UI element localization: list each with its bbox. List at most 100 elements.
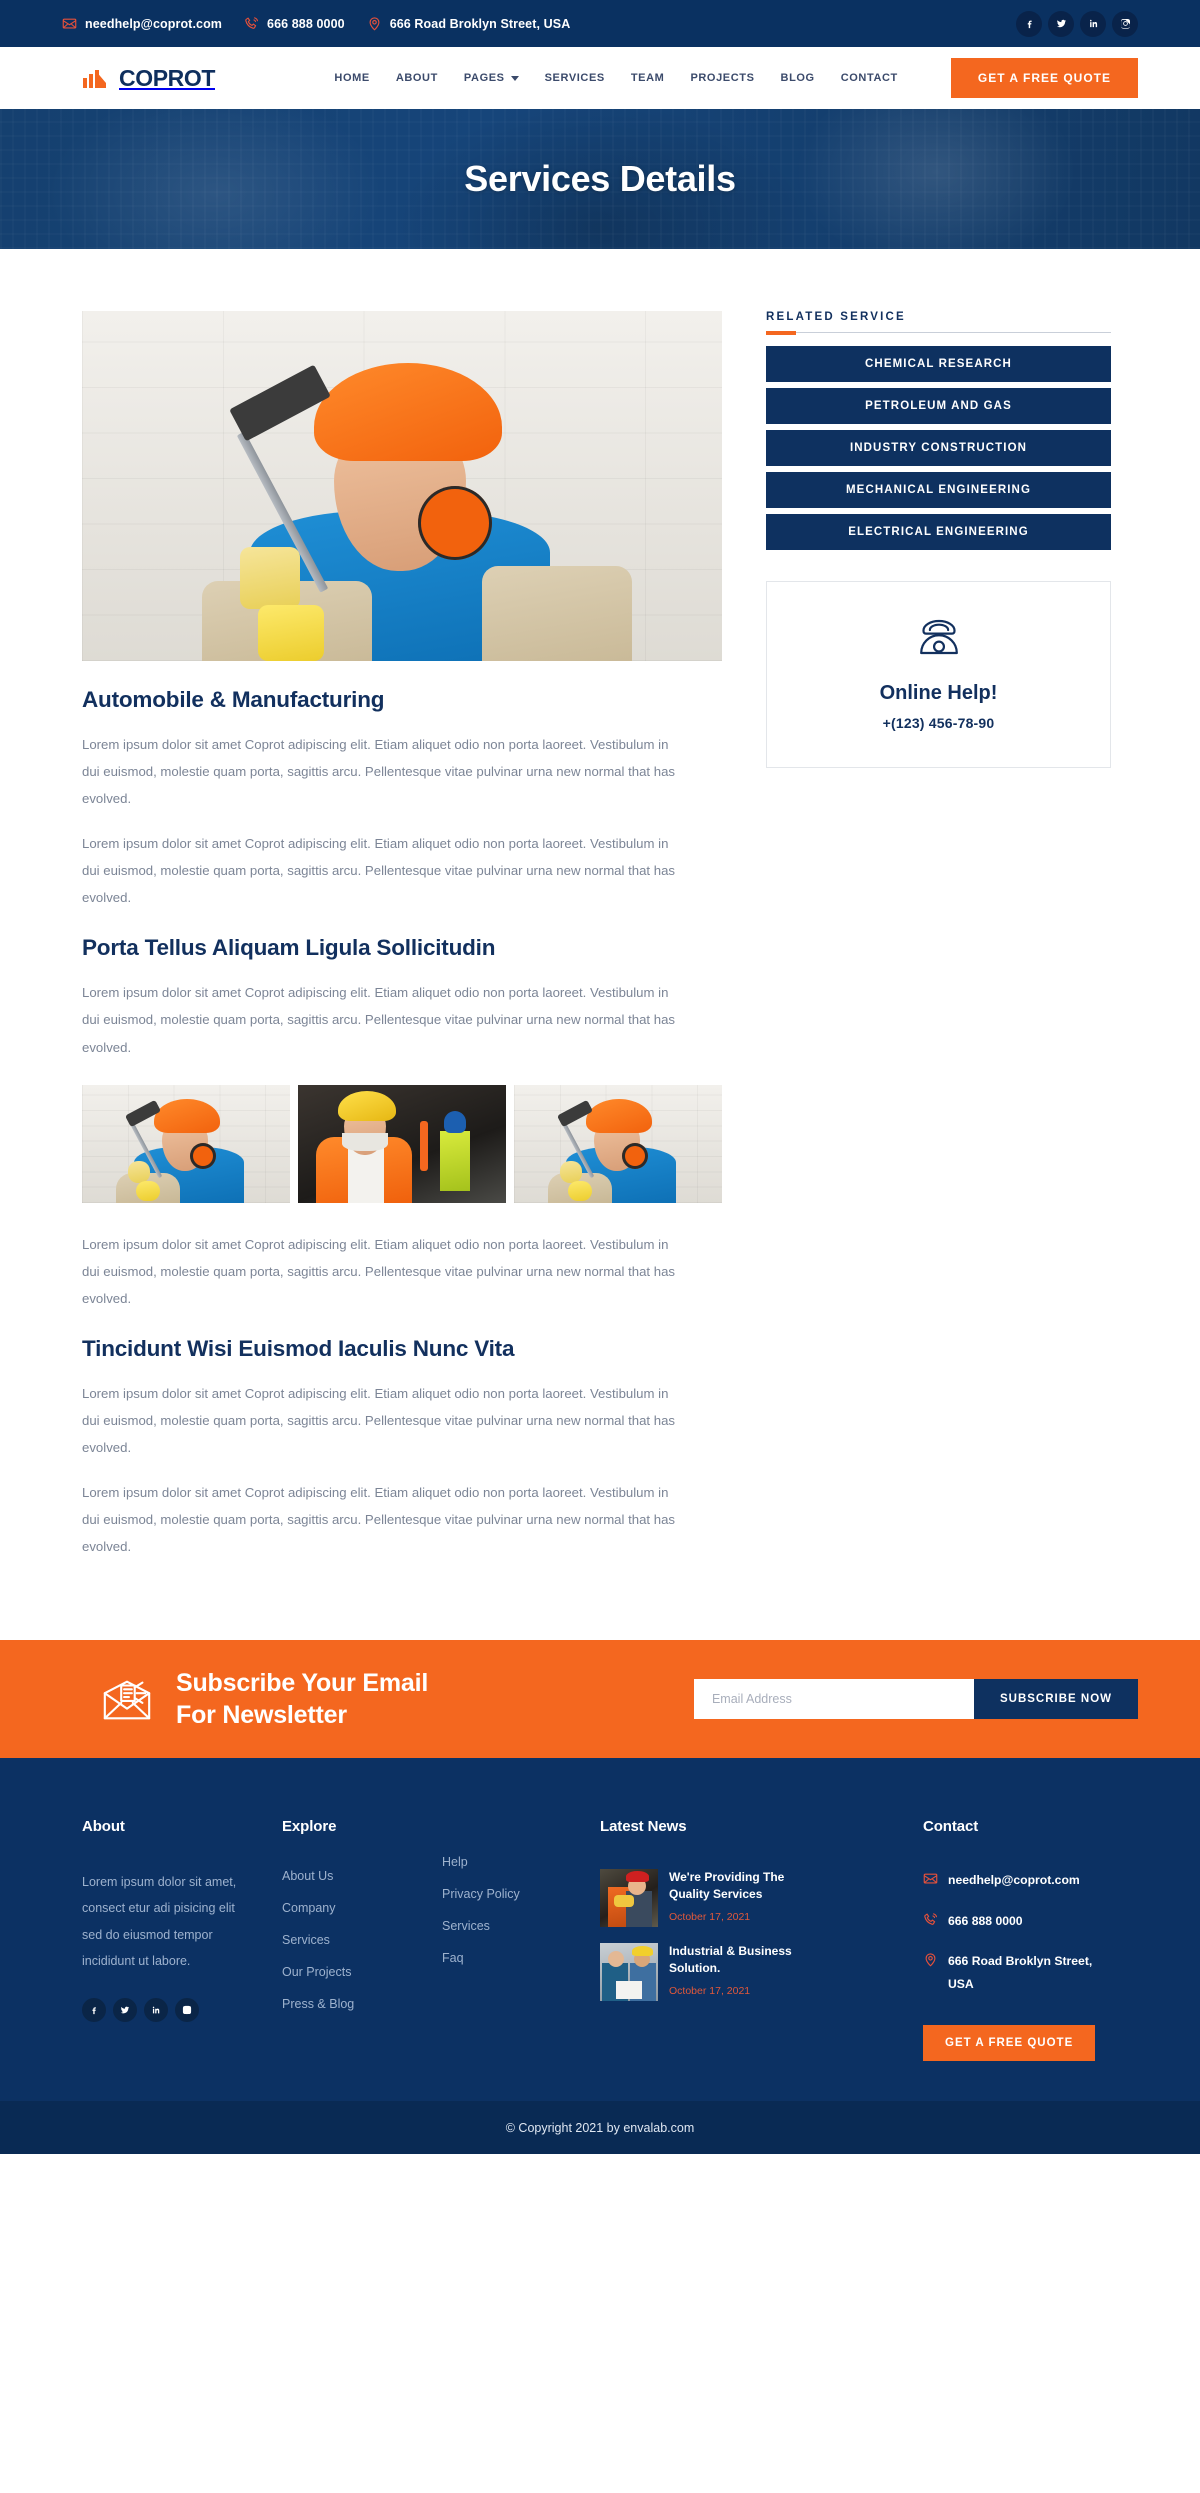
- page-title: Services Details: [464, 158, 736, 199]
- social-link-instagram[interactable]: [1112, 10, 1138, 37]
- footer-contact-email[interactable]: needhelp@coprot.com: [923, 1869, 1138, 1892]
- newsletter-heading-line-1: Subscribe Your Email: [176, 1668, 429, 1697]
- nav-item-pages[interactable]: PAGES: [464, 72, 519, 84]
- news-text-group-1: We're Providing The Quality Services Oct…: [669, 1869, 795, 1927]
- nav-label: BLOG: [780, 72, 815, 84]
- news-title-1: We're Providing The Quality Services: [669, 1870, 785, 1902]
- nav-item-contact[interactable]: CONTACT: [841, 72, 898, 84]
- footer-social-instagram[interactable]: [175, 1998, 199, 2023]
- telephone-icon: [911, 616, 967, 658]
- section-2-paragraph-2: Lorem ipsum dolor sit amet Coprot adipis…: [82, 1236, 676, 1306]
- nav-item-services[interactable]: SERVICES: [545, 72, 605, 84]
- nav-label: PAGES: [463, 72, 505, 84]
- related-service-industry-construction[interactable]: INDUSTRY CONSTRUCTION: [766, 430, 1111, 466]
- copyright-bar: © Copyright 2021 by envalab.com: [0, 2101, 1200, 2155]
- topbar-address[interactable]: 666 Road Broklyn Street, USA: [367, 16, 571, 31]
- footer-contact-phone[interactable]: 666 888 0000: [923, 1910, 1138, 1933]
- footer-link-our-projects[interactable]: Our Projects: [282, 1965, 442, 1979]
- service-image-gallery: [82, 1084, 722, 1203]
- service-feature-image: [82, 311, 722, 661]
- footer-link-about-us[interactable]: About Us: [282, 1869, 442, 1883]
- gallery-image-2: [298, 1084, 506, 1203]
- footer-link-press-and-blog[interactable]: Press & Blog: [282, 1997, 442, 2011]
- related-service-electrical-engineering[interactable]: ELECTRICAL ENGINEERING: [766, 514, 1111, 550]
- topbar-phone-text: 666 888 0000: [267, 16, 345, 31]
- instagram-icon: [1120, 19, 1130, 29]
- footer-get-a-free-quote-button[interactable]: GET A FREE QUOTE: [923, 2025, 1096, 2062]
- topbar-phone[interactable]: 666 888 0000: [244, 16, 345, 31]
- page-hero-banner: Services Details: [0, 109, 1200, 249]
- twitter-icon: [1056, 19, 1066, 28]
- phone-icon: [244, 16, 259, 31]
- newsletter-envelope-icon: [100, 1672, 154, 1726]
- footer-about-column: About Lorem ipsum dolor sit amet, consec…: [82, 1818, 282, 2061]
- topbar-social-links: [1016, 10, 1138, 37]
- footer-contact-address-text: 666 Road Broklyn Street, USA: [948, 1954, 1093, 1991]
- section-heading-1: Automobile & Manufacturing: [82, 687, 385, 712]
- footer-about-text: Lorem ipsum dolor sit amet, consect etur…: [82, 1875, 237, 1968]
- section-heading-2: Porta Tellus Aliquam Ligula Sollicitudin: [82, 935, 496, 961]
- nav-label: PROJECTS: [690, 72, 755, 84]
- footer-news-item-2[interactable]: Industrial & Business Solution. October …: [600, 1943, 795, 2002]
- instagram-icon: [182, 2006, 192, 2015]
- nav-item-home[interactable]: HOME: [334, 72, 369, 84]
- news-date-2: October 17, 2021: [669, 1985, 751, 1998]
- brand-name: COPROT: [119, 64, 215, 91]
- topbar-email-text: needhelp@coprot.com: [85, 16, 223, 31]
- footer-link-help[interactable]: Help: [442, 1855, 600, 1869]
- brand-logo[interactable]: COPROT: [82, 65, 215, 92]
- nav-links: HOME ABOUT PAGES SERVICES TEAM PROJECTS …: [334, 58, 1138, 98]
- social-link-facebook[interactable]: [1016, 10, 1042, 37]
- footer-social-linkedin[interactable]: [144, 1998, 168, 2023]
- section-3-paragraph-2: Lorem ipsum dolor sit amet Coprot adipis…: [82, 1484, 676, 1555]
- topbar-email[interactable]: needhelp@coprot.com: [62, 16, 222, 31]
- copyright-text: © Copyright 2021 by envalab.com: [505, 2120, 695, 2135]
- nav-label: CONTACT: [840, 72, 898, 84]
- news-text-group-2: Industrial & Business Solution. October …: [669, 1943, 795, 2001]
- footer-social-twitter[interactable]: [113, 1998, 137, 2023]
- section-underline: [766, 330, 1111, 335]
- nav-item-team[interactable]: TEAM: [631, 72, 665, 84]
- section-1-paragraph-1: Lorem ipsum dolor sit amet Coprot adipis…: [82, 737, 676, 807]
- footer-latest-news-title: Latest News: [600, 1818, 687, 1836]
- social-link-linkedin[interactable]: [1080, 10, 1106, 37]
- footer-link-services[interactable]: Services: [282, 1933, 442, 1947]
- header-get-a-free-quote-button[interactable]: GET A FREE QUOTE: [950, 58, 1138, 98]
- section-3-paragraph-1: Lorem ipsum dolor sit amet Coprot adipis…: [82, 1385, 676, 1455]
- nav-item-about[interactable]: ABOUT: [396, 72, 438, 84]
- footer-news-item-1[interactable]: We're Providing The Quality Services Oct…: [600, 1869, 795, 1928]
- footer-link-services-secondary[interactable]: Services: [442, 1919, 600, 1933]
- footer-contact-address[interactable]: 666 Road Broklyn Street, USA: [923, 1950, 1138, 1995]
- facebook-icon: [1027, 20, 1032, 29]
- footer-explore-column: Explore About Us Company Services Our Pr…: [282, 1818, 442, 2061]
- newsletter-heading-group: Subscribe Your Email For Newsletter: [100, 1667, 428, 1732]
- footer-link-faq[interactable]: Faq: [442, 1951, 600, 1965]
- coprot-logo-icon: [82, 66, 112, 90]
- online-help-title: Online Help!: [879, 682, 998, 704]
- linkedin-icon: [152, 2006, 160, 2014]
- footer-link-privacy-policy[interactable]: Privacy Policy: [442, 1887, 600, 1901]
- nav-item-projects[interactable]: PROJECTS: [690, 72, 754, 84]
- newsletter-subscribe-button[interactable]: SUBSCRIBE NOW: [973, 1679, 1138, 1720]
- footer-contact-column: Contact needhelp@coprot.com 666 888 0000: [923, 1818, 1138, 2062]
- footer-link-company[interactable]: Company: [282, 1901, 442, 1915]
- online-help-card: Online Help! +(123) 456-78-90: [766, 581, 1111, 768]
- social-link-twitter[interactable]: [1048, 10, 1074, 37]
- online-help-phone[interactable]: +(123) 456-78-90: [767, 715, 1110, 731]
- news-date-1: October 17, 2021: [669, 1911, 751, 1924]
- nav-label: SERVICES: [544, 72, 605, 84]
- section-heading-3: Tincidunt Wisi Euismod Iaculis Nunc Vita: [82, 1335, 515, 1361]
- gallery-image-1: [82, 1084, 290, 1203]
- related-service-petroleum-and-gas[interactable]: PETROLEUM AND GAS: [766, 388, 1111, 424]
- footer-help-links-column: Help Privacy Policy Services Faq: [442, 1818, 600, 2061]
- related-service-title: RELATED SERVICE: [766, 311, 906, 323]
- newsletter-email-input[interactable]: [693, 1679, 974, 1720]
- email-icon: [923, 1871, 938, 1886]
- footer-social-facebook[interactable]: [82, 1998, 106, 2023]
- related-service-chemical-research[interactable]: CHEMICAL RESEARCH: [766, 346, 1111, 382]
- facebook-icon: [92, 2007, 96, 2015]
- nav-label: ABOUT: [395, 72, 438, 84]
- top-contact-bar: needhelp@coprot.com 666 888 0000 666 Roa…: [0, 0, 1200, 47]
- related-service-mechanical-engineering[interactable]: MECHANICAL ENGINEERING: [766, 472, 1111, 508]
- nav-item-blog[interactable]: BLOG: [781, 72, 815, 84]
